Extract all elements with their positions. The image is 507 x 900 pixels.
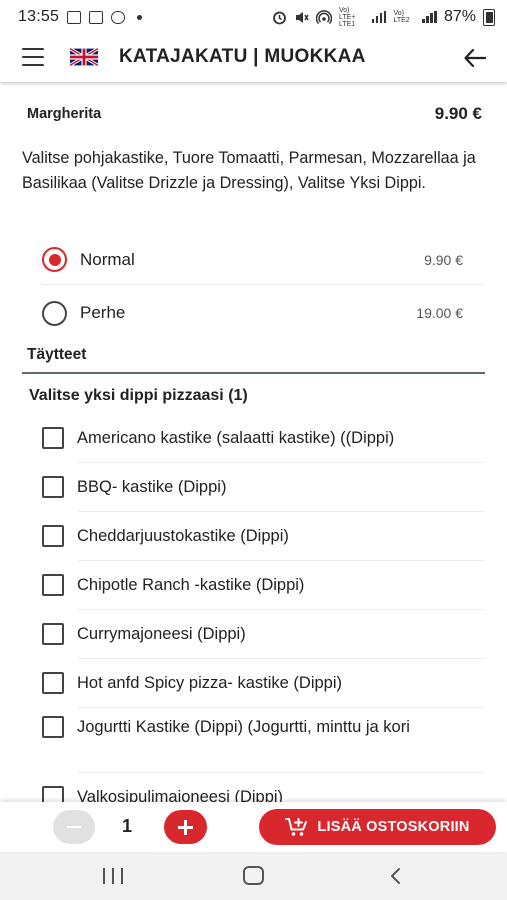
row-divider: [78, 462, 485, 463]
row-divider: [78, 511, 485, 512]
quantity-value: 1: [121, 816, 132, 836]
plus-icon[interactable]: [164, 810, 207, 844]
checkbox-icon[interactable]: [42, 786, 64, 802]
checkbox-icon[interactable]: [42, 427, 64, 449]
signal-1-icon: [371, 11, 387, 23]
page-title: KATAJAKATU | MUOKKAA: [119, 46, 366, 67]
home-icon[interactable]: [243, 866, 264, 885]
status-time: 13:55: [18, 8, 60, 25]
dip-option-label: Currymajoneesi (Dippi): [77, 625, 246, 643]
product-name: Margherita: [27, 106, 102, 122]
network-label-1: Vo) LTE+ LTE1: [338, 6, 356, 28]
image-notification-icon: [89, 10, 104, 24]
dip-option[interactable]: BBQ- kastike (Dippi): [42, 475, 485, 499]
alarm-icon: [273, 11, 286, 24]
row-divider: [78, 772, 485, 773]
product-price: 9.90 €: [434, 104, 482, 123]
dip-option-label: Cheddarjuustokastike (Dippi): [77, 527, 289, 545]
checkbox-icon[interactable]: [42, 672, 64, 694]
checkbox-icon[interactable]: [42, 525, 64, 547]
add-to-cart-label: LISÄÄ OSTOSKORIIN: [317, 819, 470, 835]
dip-option-label: BBQ- kastike (Dippi): [77, 478, 227, 496]
dip-option-label: Americano kastike (salaatti kastike) ((D…: [77, 429, 395, 447]
dip-option-label: Jogurtti Kastike (Dippi) (Jogurtti, mint…: [77, 718, 410, 736]
dip-option[interactable]: Currymajoneesi (Dippi): [42, 622, 485, 646]
network-label-2: Vo) LTE2: [393, 10, 410, 24]
row-divider: [78, 560, 485, 561]
row-divider: [78, 609, 485, 610]
back-chevron-icon[interactable]: [386, 866, 406, 886]
uk-flag-icon[interactable]: [70, 48, 98, 66]
cart-add-icon: [285, 818, 308, 836]
system-nav-bar: [0, 852, 507, 900]
status-bar: 13:55 Vo) LTE+ LTE1 Vo) LTE2 87%: [0, 0, 507, 34]
dip-group-title: Valitse yksi dippi pizzaasi (1): [29, 387, 248, 404]
checkbox-icon[interactable]: [42, 574, 64, 596]
arrow-left-icon[interactable]: [463, 47, 487, 69]
checkbox-icon[interactable]: [42, 716, 64, 738]
minus-icon[interactable]: [53, 810, 95, 844]
hamburger-menu-icon[interactable]: [22, 48, 44, 66]
battery-percent: 87%: [443, 8, 476, 25]
size-label: Normal: [80, 249, 135, 269]
dip-option[interactable]: Hot anfd Spicy pizza- kastike (Dippi): [42, 671, 485, 695]
mute-icon: [295, 11, 309, 23]
recent-apps-icon[interactable]: [103, 868, 123, 884]
product-edit-content[interactable]: Margherita 9.90 € Valitse pohjakastike, …: [0, 82, 507, 802]
radio-selected-icon[interactable]: [42, 247, 67, 272]
voicemail-notification-icon: [111, 10, 126, 24]
dip-option-label: Valkosipulimajoneesi (Dippi): [77, 788, 284, 802]
gallery-notification-icon: [67, 10, 82, 24]
toppings-section-title: Täytteet: [27, 346, 87, 363]
radio-unselected-icon[interactable]: [42, 300, 67, 326]
dip-option[interactable]: Americano kastike (salaatti kastike) ((D…: [42, 426, 485, 450]
size-price: 9.90 €: [424, 251, 463, 268]
product-header: Margherita 9.90 €: [27, 104, 482, 124]
size-option-normal[interactable]: Normal 9.90 €: [42, 235, 485, 285]
more-notifications-icon: [137, 14, 143, 20]
product-description: Valitse pohjakastike, Tuore Tomaatti, Pa…: [22, 149, 476, 192]
section-divider: [22, 372, 485, 374]
size-label: Perhe: [80, 303, 126, 322]
hotspot-icon: [315, 9, 332, 24]
app-header: KATAJAKATU | MUOKKAA: [0, 34, 507, 82]
cart-action-bar: 1 LISÄÄ OSTOSKORIIN: [0, 802, 507, 852]
checkbox-icon[interactable]: [42, 476, 64, 498]
add-to-cart-button[interactable]: LISÄÄ OSTOSKORIIN: [259, 809, 496, 845]
row-divider: [78, 658, 485, 659]
dip-option[interactable]: Valkosipulimajoneesi (Dippi): [42, 785, 485, 802]
dip-option[interactable]: Chipotle Ranch -kastike (Dippi): [42, 573, 485, 597]
status-right: Vo) LTE+ LTE1 Vo) LTE2 87%: [272, 7, 495, 28]
dip-option-label: Hot anfd Spicy pizza- kastike (Dippi): [77, 674, 343, 692]
dip-option[interactable]: Jogurtti Kastike (Dippi) (Jogurtti, mint…: [42, 715, 485, 739]
battery-icon: [483, 8, 495, 26]
dip-option[interactable]: Cheddarjuustokastike (Dippi): [42, 524, 485, 548]
checkbox-icon[interactable]: [42, 623, 64, 645]
size-option-perhe[interactable]: Perhe 19.00 €: [42, 288, 485, 338]
signal-2-icon: [422, 11, 437, 23]
status-left: 13:55: [18, 8, 143, 26]
row-divider: [78, 707, 485, 708]
size-price: 19.00 €: [416, 305, 463, 321]
dip-option-label: Chipotle Ranch -kastike (Dippi): [77, 576, 305, 594]
